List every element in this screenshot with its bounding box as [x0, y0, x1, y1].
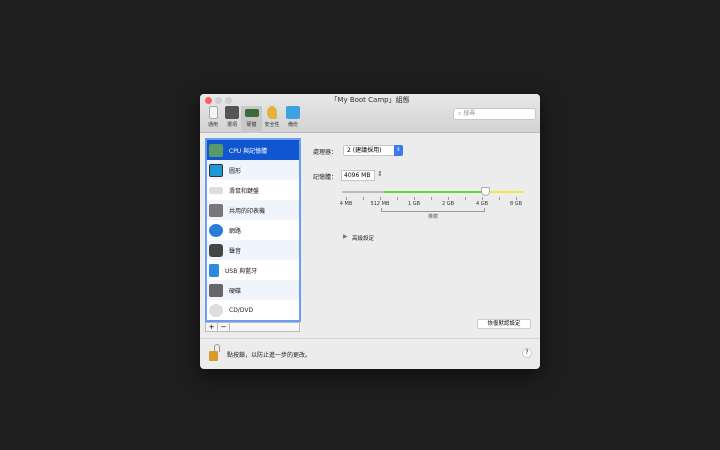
lock-icon[interactable]: [209, 351, 218, 361]
advanced-settings-toggle[interactable]: 高級設定: [352, 234, 374, 242]
slider-tick: [346, 197, 347, 200]
sidebar-item-mouse-keyboard[interactable]: 滑鼠和鍵盤: [207, 180, 299, 200]
cpu-label: 處理器：: [313, 149, 338, 156]
slider-tick: [516, 197, 517, 200]
recommended-bracket: [381, 208, 485, 212]
slider-tick: [482, 197, 483, 200]
memory-slider-thumb[interactable]: [481, 187, 490, 196]
sidebar-item-cd-dvd[interactable]: CD/DVD: [207, 300, 299, 320]
slider-tick: [397, 197, 398, 200]
slider-tick: [465, 197, 466, 200]
tab-hardware[interactable]: 硬體: [241, 106, 262, 133]
slider-track-recommended: [384, 191, 486, 193]
sidebar-item-printers[interactable]: 共用的印表機: [207, 200, 299, 220]
config-window: 「My Boot Camp」組態 通用 選項 硬體 安全性 備份 ⌕ 搜尋 CP…: [200, 94, 540, 369]
keyboard-icon: [209, 186, 223, 194]
slider-tick-label: 1 GB: [407, 201, 421, 207]
key-icon: [267, 106, 277, 119]
tab-options[interactable]: 選項: [222, 106, 242, 133]
cpu-select[interactable]: 2 (建議採用) ⇕: [343, 145, 403, 156]
sidebar-item-sound[interactable]: 聲音: [207, 240, 299, 260]
ram-icon: [244, 109, 259, 117]
monitor-icon: [209, 163, 223, 177]
printer-icon: [209, 203, 223, 217]
device-list: CPU 與記憶體 圖形 滑鼠和鍵盤 共用的印表機 網路 聲音 USB 與藍牙 硬…: [205, 138, 301, 322]
slider-tick-label: 2 GB: [441, 201, 455, 207]
cd-icon: [209, 303, 223, 317]
recommended-label: 推薦: [427, 214, 438, 220]
window-title: 「My Boot Camp」組態: [330, 96, 410, 104]
slider-tick: [363, 197, 364, 200]
chevron-updown-icon: ⇕: [394, 145, 403, 156]
slider-tick-label: 8 GB: [509, 201, 523, 207]
lock-shackle: [214, 344, 220, 352]
memory-label: 記憶體：: [313, 174, 338, 181]
sidebar-item-network[interactable]: 網路: [207, 220, 299, 240]
slider-track-high: [486, 191, 524, 193]
titlebar: 「My Boot Camp」組態 通用 選項 硬體 安全性 備份 ⌕ 搜尋: [200, 94, 540, 133]
globe-icon: [209, 223, 223, 237]
tab-backup[interactable]: 備份: [283, 106, 303, 133]
slider-tick: [380, 197, 381, 200]
switch-icon: [208, 106, 218, 119]
list-controls: + −: [205, 322, 300, 332]
slider-tick: [448, 197, 449, 200]
search-input[interactable]: ⌕ 搜尋: [453, 108, 536, 120]
lock-message: 點按鎖，以防止進一步的更改。: [227, 352, 312, 359]
restore-defaults-button[interactable]: 恢復默認設定: [477, 319, 531, 329]
slider-tick-label: 4 GB: [475, 201, 489, 207]
footer-divider: [200, 338, 540, 339]
slider-tick-label: 4 MB: [339, 201, 353, 207]
slider-tick-label: 512 MB: [370, 201, 390, 207]
slider-tick: [431, 197, 432, 200]
speaker-icon: [209, 243, 223, 257]
slider-track-low: [342, 191, 384, 193]
usb-icon: [209, 263, 219, 277]
backup-icon: [286, 106, 300, 119]
slider-tick: [499, 197, 500, 200]
disclosure-triangle-icon[interactable]: ▶: [343, 233, 348, 240]
cpu-icon: [209, 143, 223, 157]
slider-tick: [414, 197, 415, 200]
add-button[interactable]: +: [206, 323, 218, 331]
sidebar-item-cpu-memory[interactable]: CPU 與記憶體: [207, 140, 299, 160]
sliders-icon: [225, 106, 239, 119]
tab-security[interactable]: 安全性: [262, 106, 282, 133]
sidebar-item-usb-bluetooth[interactable]: USB 與藍牙: [207, 260, 299, 280]
sidebar-item-graphics[interactable]: 圖形: [207, 160, 299, 180]
disk-icon: [209, 283, 223, 297]
sidebar-item-hard-disk[interactable]: 硬碟: [207, 280, 299, 300]
search-icon: ⌕: [458, 110, 462, 117]
memory-input[interactable]: 4096 MB: [341, 170, 375, 181]
memory-stepper[interactable]: ⇕: [377, 170, 383, 178]
tab-general[interactable]: 通用: [203, 106, 223, 133]
remove-button[interactable]: −: [218, 323, 230, 331]
help-button[interactable]: ?: [522, 348, 532, 358]
